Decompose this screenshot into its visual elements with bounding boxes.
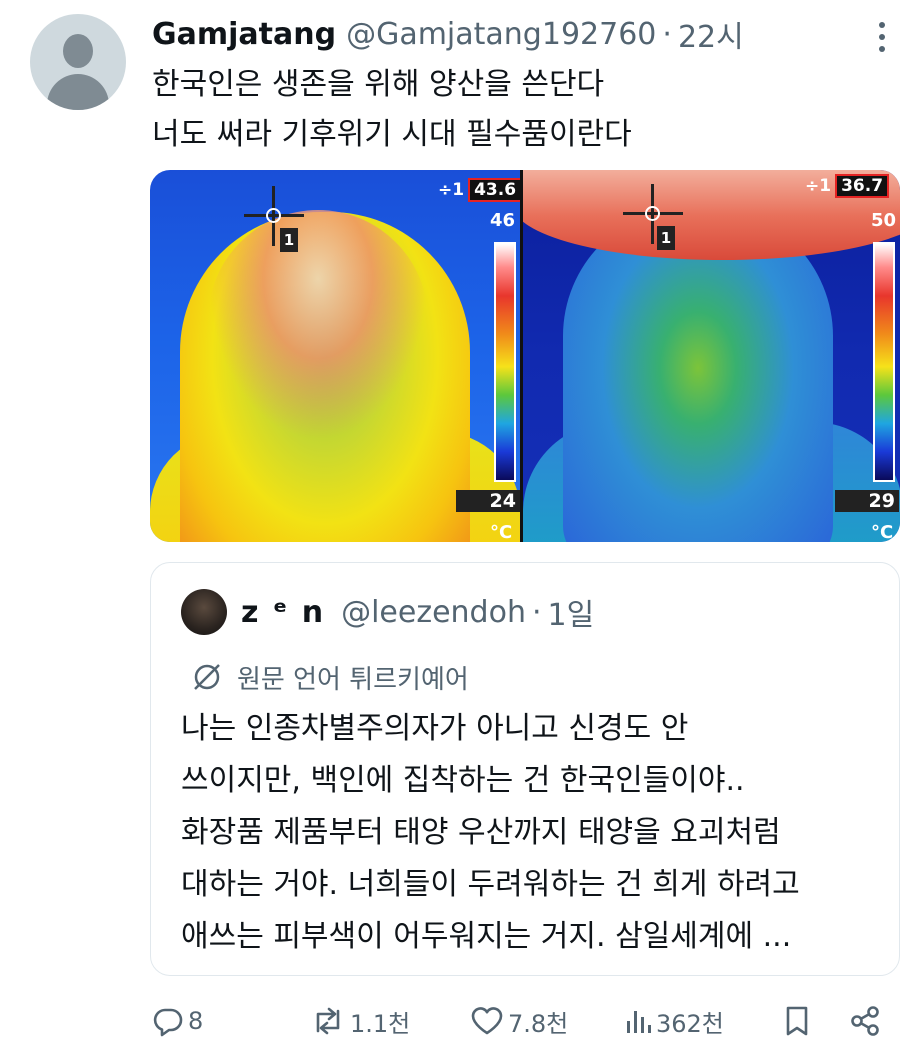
tweet-timestamp[interactable]: 22시 <box>678 12 744 56</box>
reading-value: 36.7 <box>835 174 890 198</box>
quoted-display-name[interactable]: z ᵉ n <box>241 595 325 630</box>
quoted-text-line: 쓰이지만, 백인에 집착하는 건 한국인들이야.. <box>181 763 745 798</box>
like-count: 7.8천 <box>508 1009 569 1038</box>
reading-value: 43.6 <box>468 178 520 202</box>
quoted-text-line: 나는 인종차별주의자가 아니고 신경도 안 <box>181 711 689 746</box>
temperature-reading: ÷1 36.7 <box>805 174 890 198</box>
temperature-scale-bar <box>873 242 895 482</box>
spot-label: 1 <box>657 226 675 250</box>
quoted-tweet-text: 나는 인종차별주의자가 아니고 신경도 안 쓰이지만, 백인에 집착하는 건 한… <box>181 703 800 963</box>
quoted-handle[interactable]: @leezendoh <box>341 595 526 630</box>
thermal-image-with-umbrella[interactable]: 1 ÷1 36.7 50 29 °C <box>520 170 900 542</box>
bookmark-button[interactable] <box>782 1002 812 1040</box>
scale-unit: °C <box>490 522 513 542</box>
author-display-name[interactable]: Gamjatang <box>152 17 336 52</box>
views-count: 362천 <box>656 1009 724 1038</box>
reply-button[interactable]: 8 <box>152 1002 203 1040</box>
share-button[interactable] <box>848 1002 882 1040</box>
avatar-placeholder-head <box>63 34 93 68</box>
quoted-timestamp[interactable]: 1일 <box>548 590 595 634</box>
temperature-scale-bar <box>494 242 516 482</box>
share-icon <box>851 1006 879 1036</box>
translate-icon <box>194 664 220 690</box>
thermal-hair <box>208 210 428 440</box>
translate-notice[interactable]: 원문 언어 튀르키예어 <box>191 657 469 697</box>
like-button[interactable]: 7.8천 <box>470 1002 568 1040</box>
scale-min: 24 <box>456 490 520 512</box>
quoted-text-line: 대하는 거야. 너희들이 두려워하는 건 희게 하려고 <box>181 867 800 902</box>
quoted-author-avatar[interactable] <box>181 589 227 635</box>
spot-label: 1 <box>280 228 298 252</box>
views-icon <box>627 1011 651 1033</box>
repost-count: 1.1천 <box>350 1009 411 1038</box>
repost-button[interactable]: 1.1천 <box>310 1002 410 1040</box>
separator-dot: · <box>662 16 672 52</box>
separator-dot: · <box>531 594 542 630</box>
scale-min: 29 <box>835 490 899 512</box>
reading-prefix: ÷1 <box>805 176 832 196</box>
tweet-text-line: 너도 써라 기후위기 시대 필수품이란다 <box>152 117 632 152</box>
tweet-action-bar: 8 1.1천 7.8천 362천 <box>150 996 890 1046</box>
tweet-text-line: 한국인은 생존을 위해 양산을 쓴단다 <box>152 67 605 102</box>
views-button[interactable]: 362천 <box>624 1002 724 1040</box>
avatar-placeholder-body <box>47 74 109 110</box>
bookmark-icon <box>786 1006 808 1036</box>
repost-icon <box>316 1007 340 1035</box>
more-dot <box>879 22 885 28</box>
heart-icon <box>471 1007 503 1035</box>
more-dot <box>879 34 885 40</box>
reply-icon <box>153 1008 183 1037</box>
reading-prefix: ÷1 <box>438 180 465 200</box>
tweet-text: 한국인은 생존을 위해 양산을 쓴단다 너도 써라 기후위기 시대 필수품이란다 <box>152 60 632 160</box>
author-avatar[interactable] <box>30 14 126 110</box>
temperature-reading: ÷1 43.6 <box>438 178 520 202</box>
reply-count: 8 <box>188 1007 204 1035</box>
more-options-icon[interactable] <box>872 22 892 52</box>
quoted-text-line: 애쓰는 피부색이 어두워지는 거지. 삼일세계에 ... <box>181 919 792 954</box>
tweet-header: Gamjatang @Gamjatang192760 · 22시 <box>152 12 744 56</box>
scale-unit: °C <box>871 522 894 542</box>
thermal-image-without-umbrella[interactable]: 1 ÷1 43.6 46 24 °C <box>150 170 520 542</box>
quoted-text-line: 화장품 제품부터 태양 우산까지 태양을 요괴처럼 <box>181 815 781 850</box>
author-handle[interactable]: @Gamjatang192760 <box>346 17 656 52</box>
scale-max: 50 <box>871 210 897 231</box>
quoted-tweet-header: z ᵉ n @leezendoh · 1일 <box>241 589 594 635</box>
scale-max: 46 <box>490 210 516 231</box>
quoted-tweet[interactable]: z ᵉ n @leezendoh · 1일 원문 언어 튀르키예어 나는 인종차… <box>150 562 900 976</box>
tweet-media[interactable]: 1 ÷1 43.6 46 24 °C 1 ÷1 36.7 50 29 °C <box>150 170 900 542</box>
more-dot <box>879 46 885 52</box>
translate-label: 원문 언어 튀르키예어 <box>237 664 469 695</box>
